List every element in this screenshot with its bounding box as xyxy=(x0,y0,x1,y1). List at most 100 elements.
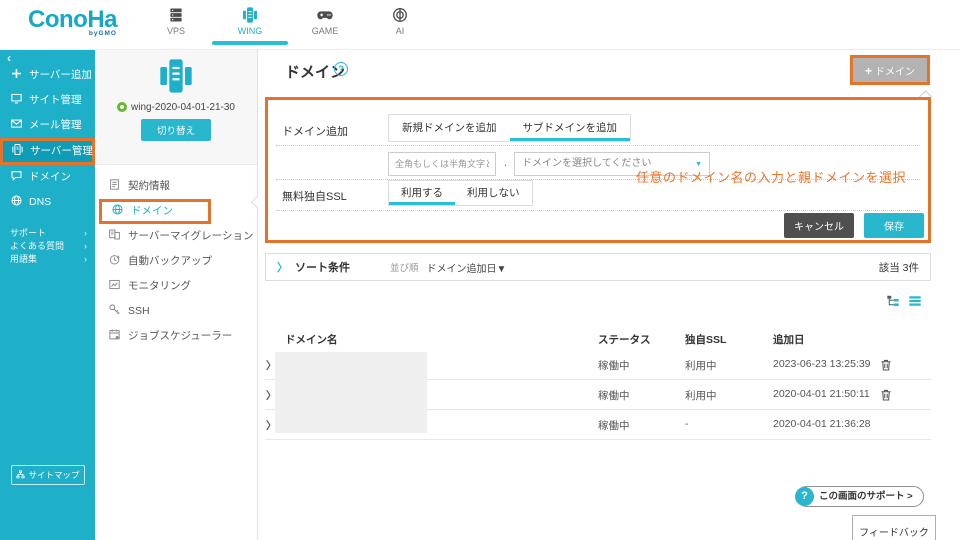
tab-subdomain[interactable]: サブドメインを追加 xyxy=(510,115,631,141)
column-header-domain: ドメイン名 xyxy=(285,334,338,346)
calendar-gear-icon xyxy=(108,328,121,341)
add-domain-highlight-box: + ドメイン xyxy=(850,55,930,85)
sidebar-link-label: サポート xyxy=(10,228,47,238)
sidebar-item-domain[interactable]: ドメイン xyxy=(0,165,95,190)
menu-item-contract-info[interactable]: 契約情報 xyxy=(95,174,257,199)
menu-item-label: ジョブスケジューラー xyxy=(128,330,233,342)
sidebar-item-mail-management[interactable]: メール管理 xyxy=(0,113,95,138)
delete-trash-icon[interactable] xyxy=(879,388,893,402)
sidebar-item-label: サーバー管理 xyxy=(30,145,93,157)
conoha-control-panel: ConoHa byGMO VPS WING GAME AI ‹ サーバー追加 サ… xyxy=(0,0,960,540)
sidebar-item-dns[interactable]: DNS xyxy=(0,190,95,215)
dot-separator: . xyxy=(504,157,508,169)
question-mark-icon: ? xyxy=(795,487,814,506)
help-icon[interactable]: ? xyxy=(334,62,348,76)
save-button[interactable]: 保存 xyxy=(864,213,924,238)
divider xyxy=(276,210,920,211)
chat-bubble-icon xyxy=(10,169,23,182)
cell-ssl: 利用中 xyxy=(685,360,717,372)
topnav-item-game[interactable]: GAME xyxy=(298,6,352,36)
column-header-status: ステータス xyxy=(598,334,651,346)
conoha-logo[interactable]: ConoHa byGMO xyxy=(28,7,118,38)
form-label-domain-add: ドメイン追加 xyxy=(282,126,348,138)
server-info-block: wing-2020-04-01-21-30 切り替え xyxy=(95,50,257,165)
divider xyxy=(276,145,920,146)
sidebar-link-glossary[interactable]: 用語集 › xyxy=(0,253,95,266)
tree-view-icon[interactable] xyxy=(886,294,900,308)
active-tab-underline xyxy=(212,41,288,45)
topnav-label-ai: AI xyxy=(395,26,405,36)
cell-added: 2020-04-01 21:36:28 xyxy=(773,418,871,430)
chevron-right-icon: › xyxy=(84,241,87,251)
add-domain-button[interactable]: + ドメイン xyxy=(853,58,927,82)
menu-item-label: 契約情報 xyxy=(128,180,170,192)
table-header: ドメイン名 ステータス 独自SSL 追加日 xyxy=(265,328,931,350)
server-menu: 契約情報 ドメイン サーバーマイグレーション 自動バックアップ モニタリング S… xyxy=(95,165,257,349)
ai-brain-icon xyxy=(373,6,427,24)
menu-item-auto-backup[interactable]: 自動バックアップ xyxy=(95,249,257,274)
sidebar-item-label: メール管理 xyxy=(29,119,82,131)
sidebar-item-add-server[interactable]: サーバー追加 xyxy=(0,63,95,88)
sidebar-item-label: ドメイン xyxy=(29,171,71,183)
globe-icon xyxy=(10,194,23,207)
sidebar-collapse-icon[interactable]: ‹ xyxy=(7,51,11,65)
menu-item-label: ドメイン xyxy=(131,205,173,217)
menu-item-label: 自動バックアップ xyxy=(128,255,212,267)
sidebar-item-label: サーバー追加 xyxy=(29,69,92,81)
topnav-item-wing[interactable]: WING xyxy=(212,6,288,45)
sidebar-item-server-management[interactable]: サーバー管理 xyxy=(0,138,95,165)
sort-conditions-label[interactable]: ソート条件 xyxy=(295,259,350,275)
menu-item-server-migration[interactable]: サーバーマイグレーション xyxy=(95,224,257,249)
topnav-item-ai[interactable]: AI xyxy=(373,6,427,36)
view-toggles xyxy=(886,294,922,308)
sidebar-item-label: DNS xyxy=(29,196,52,208)
menu-item-monitoring[interactable]: モニタリング xyxy=(95,274,257,299)
ssl-option-use[interactable]: 利用する xyxy=(389,181,455,205)
chevron-right-icon: › xyxy=(84,254,87,264)
server-tower-icon xyxy=(157,57,195,95)
sidebar-link-support[interactable]: サポート › xyxy=(0,227,95,240)
topnav-label-vps: VPS xyxy=(166,26,185,36)
order-value[interactable]: ドメイン追加日▼ xyxy=(427,260,507,275)
server-name-row: wing-2020-04-01-21-30 xyxy=(95,102,257,113)
menu-item-job-scheduler[interactable]: ジョブスケジューラー xyxy=(95,324,257,349)
menu-item-label: サーバーマイグレーション xyxy=(128,230,254,242)
mail-icon xyxy=(10,117,23,130)
sort-conditions-bar: 〉 ソート条件 並び順 ドメイン追加日▼ 該当 3件 xyxy=(265,253,931,281)
add-domain-form: ドメイン追加 新規ドメインを追加 サブドメインを追加 . ドメインを選択してくだ… xyxy=(265,97,931,243)
cell-added: 2023-06-23 13:25:39 xyxy=(773,358,871,370)
menu-item-ssh[interactable]: SSH xyxy=(95,299,257,324)
expand-chevron-icon[interactable]: 〉 xyxy=(277,259,288,275)
chart-monitor-icon xyxy=(108,278,121,291)
domain-add-tabs: 新規ドメインを追加 サブドメインを追加 xyxy=(388,114,631,142)
sidebar-link-faq[interactable]: よくある質問 › xyxy=(0,240,95,253)
menu-item-domain[interactable]: ドメイン xyxy=(99,199,211,224)
sidebar-item-site-management[interactable]: サイト管理 xyxy=(0,88,95,113)
delete-trash-icon[interactable] xyxy=(879,358,893,372)
cancel-button[interactable]: キャンセル xyxy=(784,213,854,238)
cell-ssl: 利用中 xyxy=(685,390,717,402)
sidebar-link-label: よくある質問 xyxy=(10,241,65,251)
match-count: 該当 3件 xyxy=(878,261,919,274)
wing-server-icon xyxy=(223,6,277,24)
topnav-item-vps[interactable]: VPS xyxy=(149,6,203,36)
ssl-toggle: 利用する 利用しない xyxy=(388,180,533,206)
chevron-right-icon: › xyxy=(84,228,87,238)
tab-new-domain[interactable]: 新規ドメインを追加 xyxy=(389,115,510,141)
switch-server-button[interactable]: 切り替え xyxy=(140,119,211,141)
topbar: ConoHa byGMO VPS WING GAME AI xyxy=(0,0,960,50)
feedback-button[interactable]: フィードバック xyxy=(852,515,936,540)
sidebar-link-label: 用語集 xyxy=(10,254,38,264)
ssl-option-no-use[interactable]: 利用しない xyxy=(455,181,532,205)
list-view-icon[interactable] xyxy=(908,294,922,308)
screen-support-button[interactable]: ? この画面のサポート > xyxy=(795,486,924,507)
subdomain-name-input[interactable] xyxy=(388,152,496,176)
plus-icon xyxy=(10,67,23,80)
key-icon xyxy=(108,303,121,316)
globe-icon xyxy=(111,203,124,216)
clock-backup-icon xyxy=(108,253,121,266)
server-panel: wing-2020-04-01-21-30 切り替え 契約情報 ドメイン サーバ… xyxy=(95,50,266,540)
sitemap-button[interactable]: サイトマップ xyxy=(11,465,85,485)
cell-added: 2020-04-01 21:50:11 xyxy=(773,388,870,400)
vps-servers-icon xyxy=(149,6,203,24)
